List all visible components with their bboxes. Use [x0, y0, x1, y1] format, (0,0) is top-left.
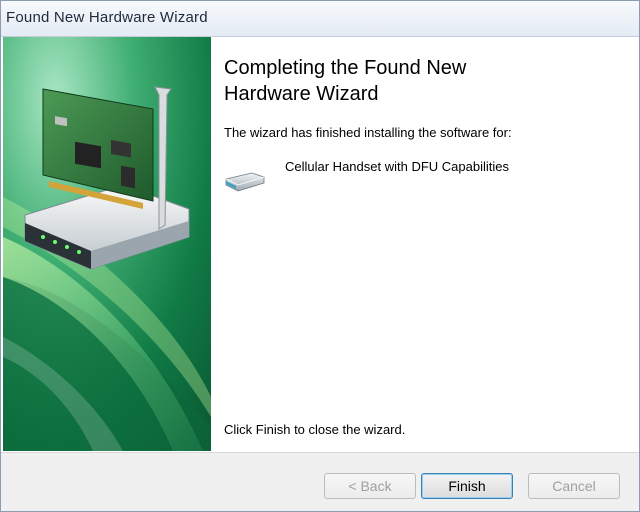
back-button[interactable]: < Back: [324, 473, 416, 499]
finish-instruction: Click Finish to close the wizard.: [224, 422, 406, 437]
button-bar: < Back Finish Cancel: [1, 452, 639, 511]
finish-button[interactable]: Finish: [421, 473, 513, 499]
page-title: Completing the Found New Hardware Wizard: [224, 57, 467, 105]
device-name: Cellular Handset with DFU Capabilities: [285, 159, 509, 174]
wizard-window: Found New Hardware Wizard Completing the…: [0, 0, 640, 512]
usb-device-icon: [225, 172, 265, 192]
cancel-button[interactable]: Cancel: [528, 473, 620, 499]
installed-device: Cellular Handset with DFU Capabilities: [222, 155, 622, 195]
wizard-content: Completing the Found New Hardware Wizard…: [212, 37, 637, 451]
hardware-banner-illustration: [3, 37, 211, 451]
title-bar[interactable]: Found New Hardware Wizard: [1, 1, 639, 37]
window-title: Found New Hardware Wizard: [6, 9, 208, 26]
wizard-side-banner: [3, 37, 211, 451]
intro-text: The wizard has finished installing the s…: [224, 125, 512, 140]
